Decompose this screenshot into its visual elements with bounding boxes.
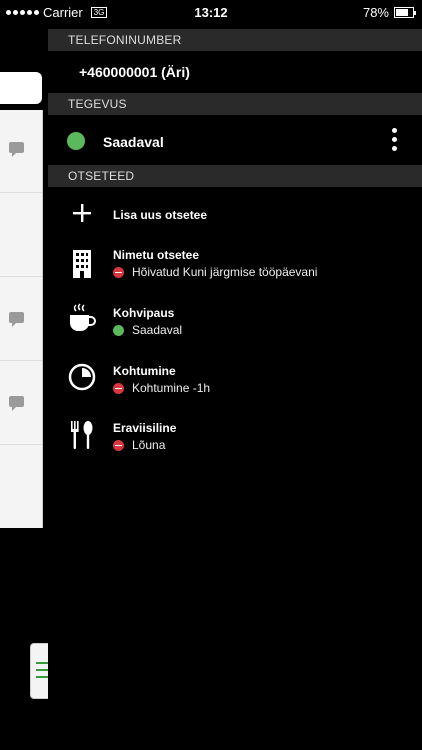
shortcut-status-text: Lõuna [132, 438, 166, 452]
shortcut-status: Hõivatud Kuni järgmise tööpäevani [113, 265, 317, 279]
activity-section-header: TEGEVUS [48, 93, 422, 115]
available-status-icon [113, 324, 124, 336]
busy-status-icon [113, 439, 124, 451]
chat-icon [9, 312, 24, 327]
phone-section-header: TELEFONINUMBER [48, 29, 422, 51]
shortcut-status: Lõuna [113, 438, 165, 452]
shortcut-item-kohvipaus[interactable]: Kohvipaus Saadaval [48, 302, 422, 346]
available-status-icon [67, 132, 85, 150]
shortcut-title: Kohtumine [113, 364, 176, 378]
battery-percent: 78% [362, 5, 389, 20]
status-right: 78% [362, 5, 416, 20]
battery-icon [394, 7, 416, 18]
shortcut-item-nimetu-otsetee[interactable]: Nimetu otsetee Hõivatud Kuni järgmise tö… [48, 244, 422, 288]
shortcut-item-eraviisiline[interactable]: Eraviisiline Lõuna [48, 416, 422, 460]
shortcut-status-text: Hõivatud Kuni järgmise tööpäevani [132, 265, 318, 279]
plus-icon [66, 197, 98, 229]
clock-icon [66, 361, 98, 393]
phone-number[interactable]: +460000001 (Äri) [79, 64, 190, 80]
shortcut-title: Nimetu otsetee [113, 248, 200, 262]
shortcut-status: Saadaval [113, 323, 182, 337]
add-shortcut-button[interactable]: Lisa uus otsetee [48, 196, 422, 232]
list-item[interactable] [0, 276, 42, 361]
shortcut-title: Kohvipaus [113, 306, 175, 320]
chat-icon [9, 142, 24, 157]
background-conversation-list[interactable] [0, 110, 43, 528]
list-item[interactable] [0, 110, 42, 193]
status-bar: Carrier 3G 13:12 78% [0, 0, 422, 24]
background-search-field[interactable] [0, 72, 42, 104]
shortcut-title: Eraviisiline [113, 421, 177, 435]
shortcut-status-text: Saadaval [132, 323, 183, 337]
coffee-icon [66, 302, 98, 334]
building-icon [66, 248, 98, 280]
current-status-row[interactable]: Saadaval [48, 120, 422, 164]
list-item[interactable] [0, 192, 42, 277]
fork-spoon-icon [66, 419, 98, 451]
list-item[interactable] [0, 360, 42, 445]
chat-icon [9, 396, 24, 411]
shortcut-status-text: Kohtumine -1h [132, 381, 211, 395]
busy-status-icon [113, 266, 124, 278]
drawer-handle[interactable] [30, 643, 50, 699]
busy-status-icon [113, 382, 124, 394]
add-shortcut-label: Lisa uus otsetee [113, 208, 208, 222]
side-drawer: TELEFONINUMBER +460000001 (Äri) TEGEVUS … [48, 24, 422, 750]
current-status-label: Saadaval [103, 134, 164, 150]
shortcut-status: Kohtumine -1h [113, 381, 210, 395]
battery-fill [396, 9, 409, 16]
more-options-icon[interactable] [392, 128, 398, 154]
shortcut-item-kohtumine[interactable]: Kohtumine Kohtumine -1h [48, 359, 422, 403]
shortcuts-section-header: OTSETEED [48, 165, 422, 187]
clock: 13:12 [194, 5, 228, 20]
